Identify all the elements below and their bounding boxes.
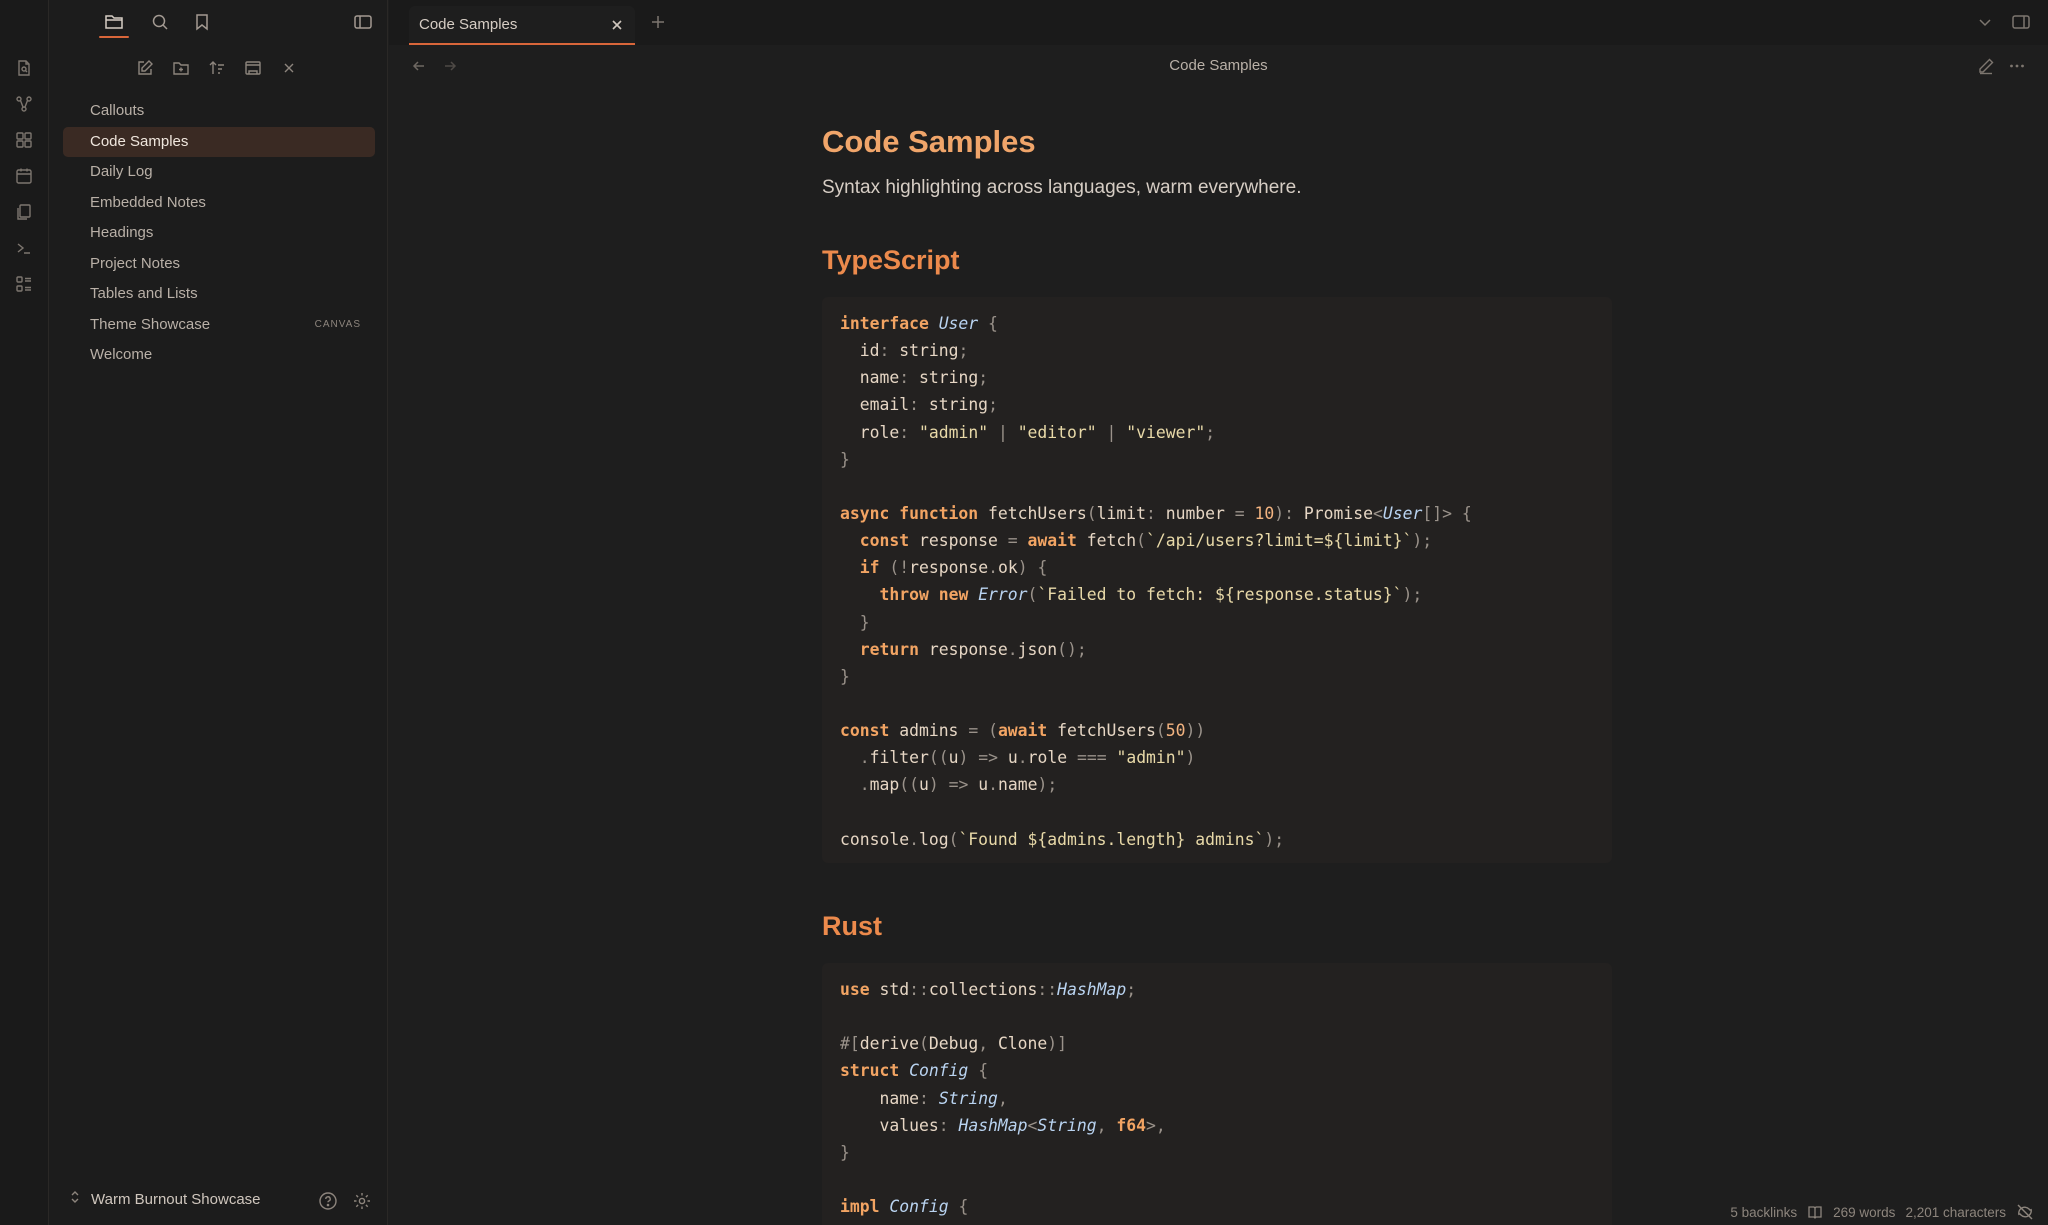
- code-line: #[derive(Debug, Clone)]: [840, 1034, 1068, 1054]
- editor-content: Code Samples Syntax highlighting across …: [389, 87, 2048, 1225]
- file-item-label: Callouts: [90, 102, 145, 119]
- file-item-callouts[interactable]: Callouts: [63, 96, 375, 127]
- daily-note-icon[interactable]: [13, 165, 35, 187]
- open-quick-switcher-icon[interactable]: [13, 57, 35, 79]
- file-item-embedded-notes[interactable]: Embedded Notes: [63, 188, 375, 219]
- code-block-rust[interactable]: use std::collections::HashMap;​#[derive(…: [822, 963, 1612, 1225]
- file-item-welcome[interactable]: Welcome: [63, 340, 375, 371]
- code-line: ​: [840, 1003, 1594, 1030]
- code-line: role: "admin" | "editor" | "viewer";: [859, 422, 1216, 442]
- file-type-badge: CANVAS: [314, 318, 361, 330]
- code-line: const admins = (await fetchUsers(50)): [840, 721, 1206, 741]
- sidebar-footer: Warm Burnout Showcase: [49, 1175, 388, 1225]
- collapse-all-icon[interactable]: [241, 56, 265, 80]
- file-explorer-sidebar: Callouts Code Samples Daily Log Embedded…: [49, 0, 388, 1225]
- code-line: struct Config {: [840, 1061, 989, 1081]
- command-palette-icon[interactable]: [13, 237, 35, 259]
- status-bar: 5 backlinks 269 words 2,201 characters: [1720, 1199, 2048, 1225]
- settings-gear-icon[interactable]: [351, 1190, 373, 1212]
- code-line: ​: [840, 690, 1594, 717]
- file-item-label: Headings: [90, 224, 154, 241]
- note-subtitle: Syntax highlighting across languages, wa…: [822, 177, 1302, 198]
- character-count: 2,201 characters: [1905, 1204, 2006, 1220]
- note-title: Code Samples: [822, 124, 1036, 159]
- code-line: use std::collections::HashMap;: [840, 980, 1137, 999]
- code-line: throw new Error(`Failed to fetch: ${resp…: [879, 585, 1423, 605]
- graph-view-icon[interactable]: [13, 93, 35, 115]
- tab-bar: Code Samples: [389, 0, 2048, 45]
- code-line: return response.json();: [859, 639, 1087, 659]
- file-item-label: Daily Log: [90, 163, 153, 180]
- search-icon[interactable]: [145, 9, 175, 35]
- backlinks-count[interactable]: 5 backlinks: [1730, 1205, 1797, 1220]
- help-icon[interactable]: [317, 1190, 339, 1212]
- file-list: Callouts Code Samples Daily Log Embedded…: [63, 96, 375, 371]
- code-line: }: [840, 1142, 850, 1162]
- new-folder-icon[interactable]: [169, 56, 193, 80]
- code-block-typescript[interactable]: interface User { id: string; name: strin…: [822, 297, 1612, 863]
- file-item-code-samples[interactable]: Code Samples: [63, 126, 375, 157]
- file-item-theme-showcase[interactable]: Theme Showcase CANVAS: [63, 310, 375, 341]
- chevron-up-down-icon: [69, 1189, 81, 1209]
- code-line: }: [859, 612, 870, 632]
- code-line: }: [840, 666, 850, 686]
- new-note-icon[interactable]: [133, 56, 157, 80]
- code-line: interface User {: [840, 314, 998, 333]
- file-item-label: Tables and Lists: [90, 285, 198, 302]
- new-tab-icon[interactable]: [647, 11, 669, 33]
- toggle-right-sidebar-icon[interactable]: [2010, 11, 2032, 33]
- bases-icon[interactable]: [13, 273, 35, 295]
- code-line: values: HashMap<String, f64>,: [879, 1115, 1166, 1135]
- close-tab-icon[interactable]: [607, 15, 627, 35]
- code-line: async function fetchUsers(limit: number …: [840, 503, 1472, 523]
- file-item-daily-log[interactable]: Daily Log: [63, 157, 375, 188]
- file-item-label: Theme Showcase: [90, 315, 211, 333]
- file-item-label: Welcome: [90, 346, 153, 363]
- heading-rust: Rust: [822, 911, 882, 941]
- code-line: name: String,: [879, 1088, 1008, 1108]
- tab-title: Code Samples: [419, 16, 518, 33]
- templates-icon[interactable]: [13, 201, 35, 223]
- file-item-tables-and-lists[interactable]: Tables and Lists: [63, 279, 375, 310]
- code-line: email: string;: [859, 395, 998, 415]
- files-icon[interactable]: [99, 9, 129, 38]
- vault-name: Warm Burnout Showcase: [91, 1190, 261, 1208]
- file-item-headings[interactable]: Headings: [63, 218, 375, 249]
- code-line: .map((u) => u.name);: [859, 775, 1058, 795]
- collapse-sidebar-icon[interactable]: [348, 9, 378, 35]
- code-line: .filter((u) => u.role === "admin"): [859, 748, 1196, 768]
- vault-switcher[interactable]: Warm Burnout Showcase: [69, 1189, 261, 1209]
- tab-list-chevron-icon[interactable]: [1974, 11, 1996, 33]
- view-header: Code Samples: [389, 45, 2048, 87]
- view-title[interactable]: Code Samples: [389, 57, 2048, 74]
- sync-off-icon[interactable]: [2016, 1203, 2034, 1221]
- code-line: ​: [840, 473, 1594, 500]
- code-line: }: [840, 449, 850, 469]
- code-line: name: string;: [859, 368, 989, 388]
- code-line: ​: [840, 1166, 1594, 1193]
- left-ribbon: [0, 0, 49, 1225]
- word-count: 269 words: [1833, 1204, 1896, 1220]
- sidebar-tab-header: [49, 0, 388, 44]
- file-item-label: Embedded Notes: [90, 193, 206, 211]
- file-item-label: Project Notes: [90, 254, 181, 272]
- code-line: console.log(`Found ${admins.length} admi…: [840, 829, 1285, 849]
- tab-code-samples[interactable]: Code Samples: [409, 6, 635, 45]
- more-options-icon[interactable]: [2006, 55, 2028, 77]
- edit-pencil-icon[interactable]: [1975, 55, 1997, 77]
- bookmarks-icon[interactable]: [187, 9, 217, 35]
- sort-icon[interactable]: [205, 56, 229, 80]
- code-line: id: string;: [859, 341, 969, 361]
- code-line: if (!response.ok) {: [859, 558, 1048, 578]
- close-icon[interactable]: [277, 56, 301, 80]
- file-item-project-notes[interactable]: Project Notes: [63, 249, 375, 280]
- canvas-icon[interactable]: [13, 129, 35, 151]
- heading-typescript: TypeScript: [822, 245, 960, 275]
- code-line: const response = await fetch(`/api/users…: [859, 531, 1433, 551]
- file-explorer-actions: [133, 56, 301, 80]
- code-line: ​: [840, 799, 1594, 826]
- code-line: impl Config {: [840, 1197, 969, 1217]
- file-item-label: Code Samples: [90, 132, 189, 150]
- reading-view-icon[interactable]: [1807, 1204, 1823, 1220]
